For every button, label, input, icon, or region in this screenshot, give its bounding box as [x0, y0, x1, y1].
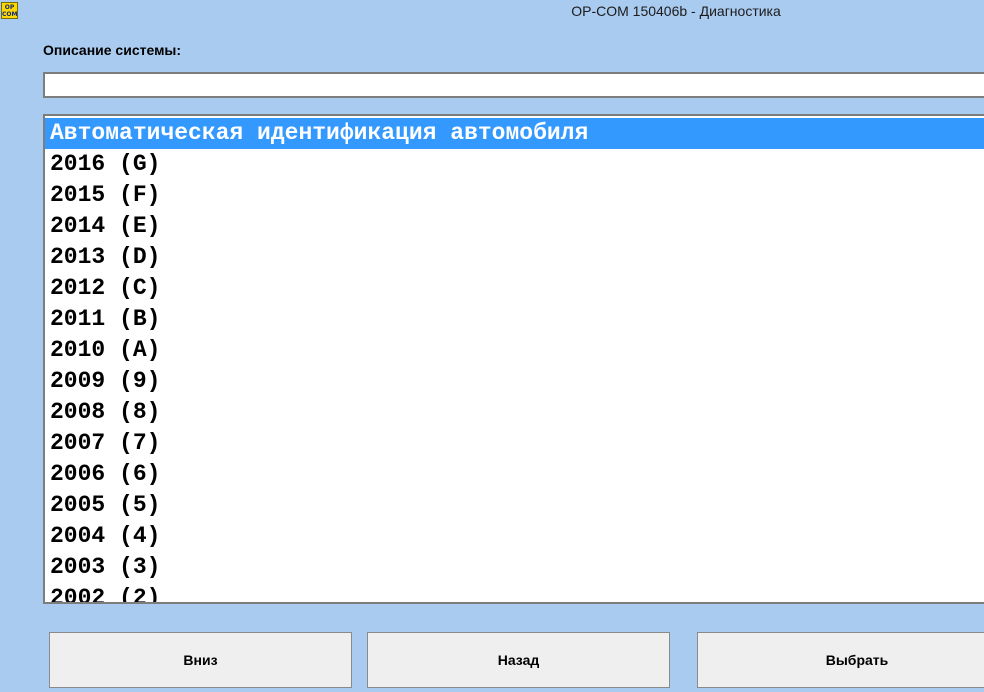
list-item[interactable]: 2014 (E) [45, 211, 984, 242]
list-item[interactable]: 2002 (2) [45, 583, 984, 602]
list-item[interactable]: 2004 (4) [45, 521, 984, 552]
list-item[interactable]: 2016 (G) [45, 149, 984, 180]
vehicle-year-list[interactable]: Автоматическая идентификация автомобиля 2… [43, 114, 984, 604]
list-item[interactable]: 2010 (A) [45, 335, 984, 366]
list-item[interactable]: 2012 (C) [45, 273, 984, 304]
list-item[interactable]: 2005 (5) [45, 490, 984, 521]
list-item[interactable]: 2009 (9) [45, 366, 984, 397]
system-description-label: Описание системы: [43, 42, 182, 58]
list-item[interactable]: 2015 (F) [45, 180, 984, 211]
title-bar: OP COM OP-COM 150406b - Диагностика [0, 0, 984, 23]
window-title: OP-COM 150406b - Диагностика [571, 3, 781, 19]
list-item[interactable]: 2003 (3) [45, 552, 984, 583]
list-item[interactable]: 2011 (B) [45, 304, 984, 335]
list-item[interactable]: 2006 (6) [45, 459, 984, 490]
select-button[interactable]: Выбрать [697, 632, 984, 688]
list-item-auto-identification[interactable]: Автоматическая идентификация автомобиля [45, 118, 984, 149]
list-item[interactable]: 2007 (7) [45, 428, 984, 459]
list-item[interactable]: 2013 (D) [45, 242, 984, 273]
system-description-field[interactable] [43, 72, 984, 98]
down-button[interactable]: Вниз [49, 632, 352, 688]
back-button[interactable]: Назад [367, 632, 670, 688]
list-item[interactable]: 2008 (8) [45, 397, 984, 428]
